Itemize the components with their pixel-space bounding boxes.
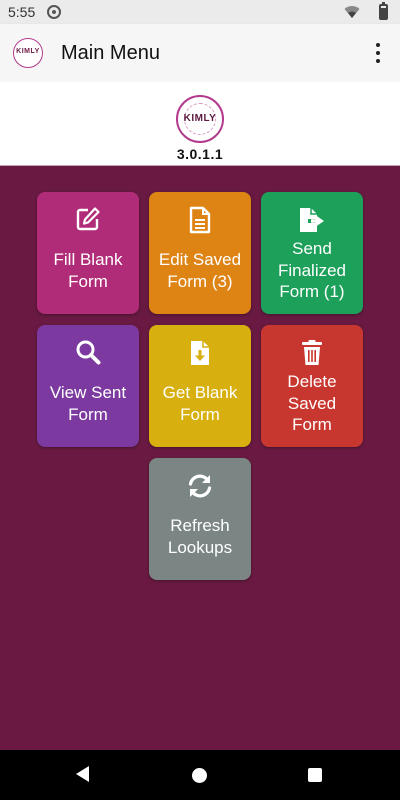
send-finalized-form-button[interactable]: Send Finalized Form (1) bbox=[261, 192, 363, 314]
view-sent-form-button[interactable]: View Sent Form bbox=[37, 325, 139, 447]
version-label: 3.0.1.1 bbox=[176, 146, 224, 162]
app-logo: KIMLY bbox=[13, 38, 43, 68]
delete-saved-form-label: Delete Saved Form bbox=[287, 372, 337, 434]
search-icon bbox=[37, 339, 139, 369]
page-title: Main Menu bbox=[61, 42, 160, 64]
refresh-icon bbox=[149, 472, 251, 502]
refresh-lookups-label: Refresh Lookups bbox=[167, 516, 233, 557]
file-text-icon bbox=[149, 206, 251, 236]
status-bar: 5:55 bbox=[0, 0, 400, 24]
back-icon[interactable] bbox=[76, 766, 89, 782]
brand-header: KIMLY 3.0.1.1 bbox=[0, 82, 400, 166]
system-nav-bar bbox=[0, 750, 400, 800]
view-sent-form-label: View Sent Form bbox=[49, 383, 127, 424]
wifi-icon bbox=[344, 6, 360, 19]
home-icon[interactable] bbox=[192, 768, 207, 783]
app-bar: KIMLY Main Menu bbox=[0, 24, 400, 82]
refresh-lookups-button[interactable]: Refresh Lookups bbox=[149, 458, 251, 580]
fill-blank-form-label: Fill Blank Form bbox=[53, 250, 123, 291]
battery-icon bbox=[379, 2, 388, 20]
brand-logo-text: KIMLY bbox=[183, 113, 217, 124]
fill-blank-form-button[interactable]: Fill Blank Form bbox=[37, 192, 139, 314]
delete-saved-form-button[interactable]: Delete Saved Form bbox=[261, 325, 363, 447]
get-blank-form-button[interactable]: Get Blank Form bbox=[149, 325, 251, 447]
file-download-icon bbox=[149, 339, 251, 369]
main-menu: Fill Blank Form Edit Saved Form (3) Send… bbox=[0, 166, 400, 750]
trash-icon bbox=[261, 339, 363, 369]
recents-icon[interactable] bbox=[308, 768, 322, 782]
more-vert-icon[interactable] bbox=[368, 41, 388, 65]
sync-icon bbox=[47, 5, 61, 19]
edit-saved-form-label: Edit Saved Form (3) bbox=[158, 250, 242, 291]
edit-saved-form-button[interactable]: Edit Saved Form (3) bbox=[149, 192, 251, 314]
send-finalized-form-label: Send Finalized Form (1) bbox=[277, 239, 347, 301]
app-logo-text: KIMLY bbox=[16, 48, 40, 55]
file-export-icon bbox=[261, 206, 363, 236]
status-time: 5:55 bbox=[8, 4, 36, 20]
get-blank-form-label: Get Blank Form bbox=[162, 383, 238, 424]
brand-logo: KIMLY bbox=[176, 95, 224, 143]
edit-icon bbox=[37, 206, 139, 236]
